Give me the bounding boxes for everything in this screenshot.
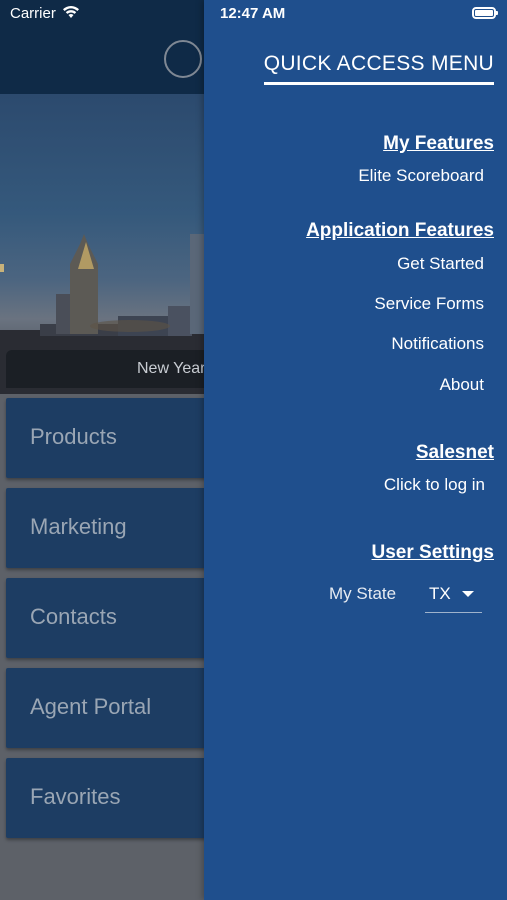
- section-application-features: Application Features: [306, 220, 494, 241]
- menu-item-click-to-log-in[interactable]: Click to log in: [384, 475, 485, 495]
- tile-label: Agent Portal: [30, 694, 152, 719]
- menu-item-elite-scoreboard[interactable]: Elite Scoreboard: [358, 166, 484, 186]
- menu-item-about[interactable]: About: [440, 375, 484, 395]
- menu-item-notifications[interactable]: Notifications: [391, 334, 484, 354]
- clock-time: 12:47 AM: [220, 5, 286, 22]
- wifi-icon: [63, 6, 79, 18]
- tile-label: Marketing: [30, 514, 127, 539]
- menu-item-service-forms[interactable]: Service Forms: [374, 294, 484, 314]
- section-user-settings: User Settings: [371, 542, 494, 563]
- chevron-down-icon: [462, 591, 474, 597]
- carrier-label: Carrier: [10, 5, 56, 22]
- section-salesnet: Salesnet: [415, 442, 494, 463]
- tile-label: Products: [30, 424, 117, 449]
- state-select[interactable]: TX: [425, 580, 482, 613]
- lighthouse-logo-icon: [164, 40, 202, 78]
- quick-access-drawer: QUICK ACCESS MENU My Features Elite Scor…: [204, 0, 507, 900]
- my-state-label: My State: [329, 584, 397, 603]
- section-my-features: My Features: [383, 133, 494, 154]
- hero-caption-text: New Year: [137, 360, 206, 377]
- drawer-title: QUICK ACCESS MENU: [263, 52, 494, 85]
- tile-label: Favorites: [30, 784, 121, 809]
- menu-item-get-started[interactable]: Get Started: [397, 254, 484, 274]
- status-bar: Carrier 12:47 AM: [0, 0, 507, 28]
- tile-label: Contacts: [30, 604, 117, 629]
- state-select-value: TX: [429, 584, 451, 603]
- battery-icon: [472, 7, 498, 19]
